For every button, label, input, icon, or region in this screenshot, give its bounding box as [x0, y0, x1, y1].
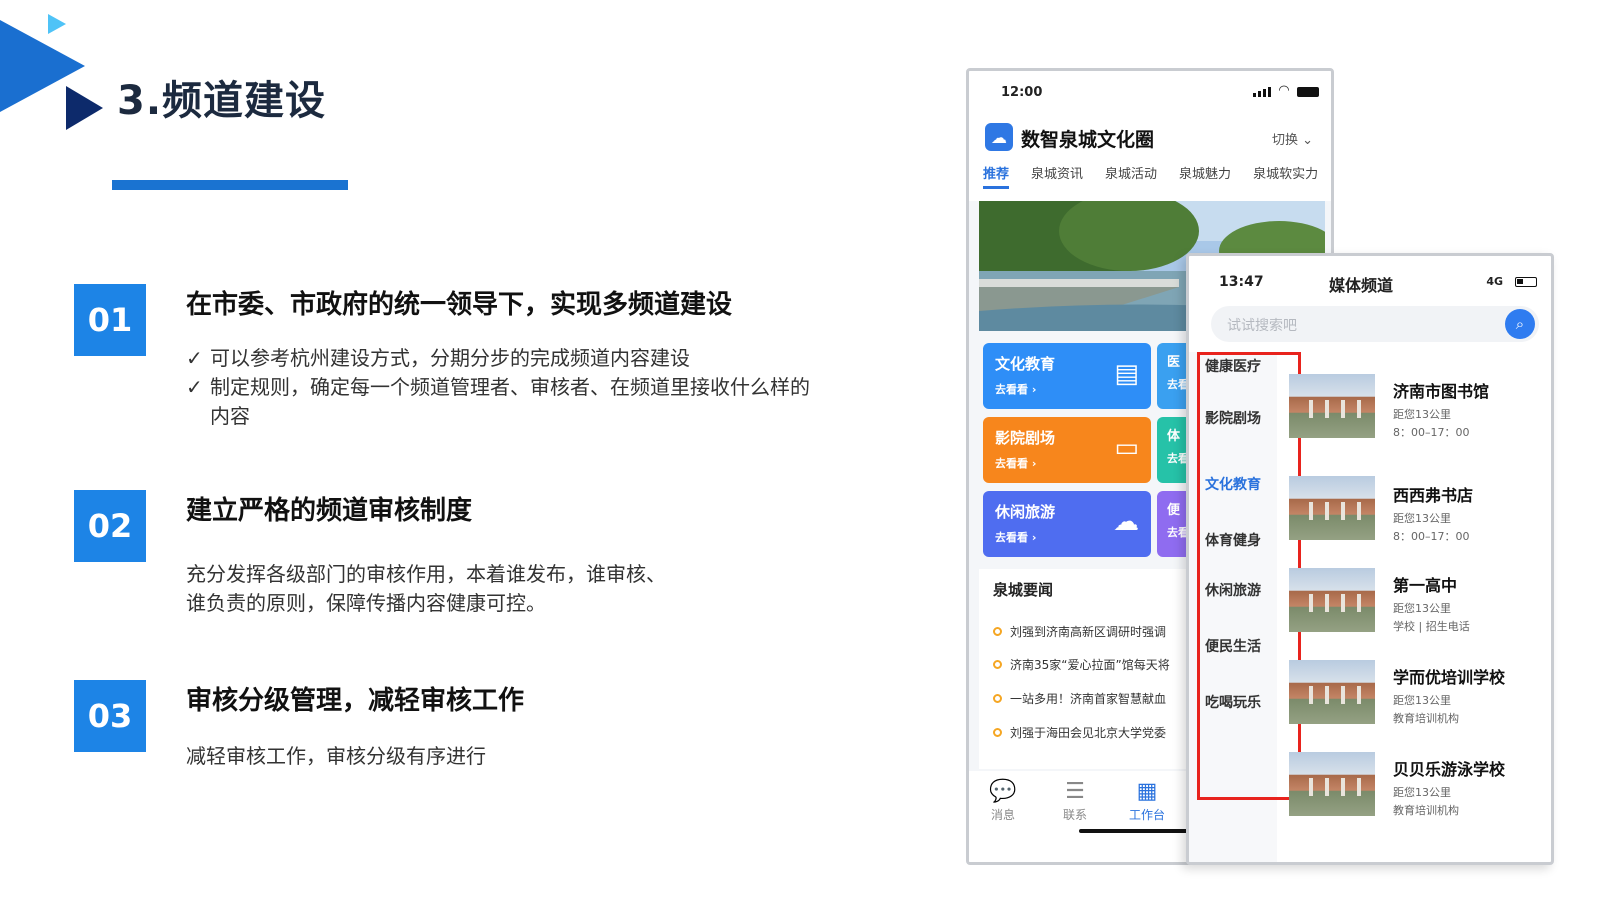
- point-number-badge: 03: [74, 680, 146, 752]
- title-underline: [112, 180, 348, 190]
- slide-title: 3.频道建设: [117, 78, 327, 124]
- tab-events[interactable]: 泉城活动: [1105, 163, 1157, 189]
- tab-soft-power[interactable]: 泉城软实力: [1253, 163, 1318, 189]
- nav-workbench[interactable]: ▦ 工作台: [1117, 779, 1177, 823]
- nav-contacts[interactable]: ☰ 联系: [1045, 779, 1105, 823]
- screen-icon: ▭: [1114, 433, 1139, 463]
- item-thumbnail[interactable]: [1289, 660, 1375, 724]
- item-name[interactable]: 第一高中: [1393, 572, 1457, 596]
- checkmark-icon: ✓: [186, 375, 203, 399]
- switch-button[interactable]: 切换 ⌄: [1272, 129, 1313, 148]
- item-name[interactable]: 学而优培训学校: [1393, 664, 1505, 688]
- document-icon: ▤: [1114, 359, 1139, 389]
- item-name[interactable]: 西西弗书店: [1393, 482, 1473, 506]
- status-bar: 12:00 ◠: [969, 71, 1331, 111]
- tile-cinema-theater[interactable]: 影院剧场 去看看 › ▭: [983, 417, 1151, 483]
- app-logo-icon: ☁: [985, 123, 1013, 151]
- news-item[interactable]: 济南35家“爱心拉面”馆每天将: [993, 656, 1170, 673]
- corner-decoration: [0, 14, 103, 130]
- point-number-badge: 01: [74, 284, 146, 356]
- search-placeholder: 试试搜索吧: [1227, 318, 1297, 334]
- point-02: 02 建立严格的频道审核制度 充分发挥各级部门的审核作用，本着谁发布，谁审核、 …: [74, 490, 834, 620]
- bullet-dot-icon: [993, 694, 1002, 703]
- point-03: 03 审核分级管理，减轻审核工作 减轻审核工作，审核分级有序进行: [74, 680, 834, 780]
- chat-icon: 💬: [989, 779, 1017, 804]
- point-01: 01 在市委、市政府的统一领导下，实现多频道建设 ✓ 可以参考杭州建设方式，分期…: [74, 284, 834, 444]
- item-distance: 距您13公里: [1393, 512, 1451, 525]
- app-header: ☁ 数智泉城文化圈 切换 ⌄ 推荐 泉城资讯 泉城活动 泉城魅力 泉城软实力: [969, 111, 1331, 201]
- wifi-icon: ◠: [1279, 83, 1289, 98]
- news-item[interactable]: 刘强于海田会见北京大学党委: [993, 724, 1166, 741]
- point-body: 充分发挥各级部门的审核作用，本着谁发布，谁审核、 谁负责的原则，保障传播内容健康…: [186, 562, 666, 615]
- cloud-icon: ☁: [1113, 507, 1139, 537]
- bullet-dot-icon: [993, 728, 1002, 737]
- news-item[interactable]: 刘强到济南高新区调研时强调: [993, 623, 1166, 640]
- item-distance: 距您13公里: [1393, 786, 1451, 799]
- tile-culture-education[interactable]: 文化教育 去看看 › ▤: [983, 343, 1151, 409]
- app-name: 数智泉城文化圈: [1021, 129, 1155, 151]
- point-heading: 在市委、市政府的统一领导下，实现多频道建设: [186, 290, 733, 320]
- bullet-item: ✓ 可以参考杭州建设方式，分期分步的完成频道内容建设: [186, 344, 836, 373]
- battery-icon: [1515, 277, 1537, 287]
- item-thumbnail[interactable]: [1289, 476, 1375, 540]
- grid-icon: ▦: [1136, 779, 1158, 804]
- item-detail: 8：00–17：00: [1393, 530, 1470, 543]
- bullet-dot-icon: [993, 627, 1002, 636]
- point-heading: 建立严格的频道审核制度: [186, 496, 473, 526]
- item-distance: 距您13公里: [1393, 408, 1451, 421]
- signal-icon: [1253, 87, 1271, 97]
- item-detail: 8：00–17：00: [1393, 426, 1470, 439]
- item-thumbnail[interactable]: [1289, 374, 1375, 438]
- phone-screenshot-media-channel: 13:47 媒体频道 4G 试试搜索吧 ⌕ 健康医疗 影院剧场 文化教育 体育健…: [1186, 253, 1554, 865]
- status-time: 12:00: [1001, 85, 1043, 100]
- status-time: 13:47: [1219, 274, 1264, 290]
- item-detail: 学校 | 招生电话: [1393, 620, 1470, 633]
- item-distance: 距您13公里: [1393, 694, 1451, 707]
- item-name[interactable]: 济南市图书馆: [1393, 378, 1489, 402]
- item-detail: 教育培训机构: [1393, 712, 1459, 725]
- item-detail: 教育培训机构: [1393, 804, 1459, 817]
- tab-bar: 推荐 泉城资讯 泉城活动 泉城魅力 泉城软实力: [983, 163, 1318, 189]
- bullet-dot-icon: [993, 660, 1002, 669]
- item-name[interactable]: 贝贝乐游泳学校: [1393, 756, 1505, 780]
- point-heading: 审核分级管理，减轻审核工作: [186, 686, 525, 716]
- network-indicator: 4G: [1486, 275, 1503, 288]
- checkmark-icon: ✓: [186, 346, 203, 370]
- tab-recommend[interactable]: 推荐: [983, 163, 1010, 189]
- point-number-badge: 02: [74, 490, 146, 562]
- search-input[interactable]: 试试搜索吧 ⌕: [1211, 306, 1539, 342]
- tab-news[interactable]: 泉城资讯: [1031, 163, 1083, 189]
- news-item[interactable]: 一站多用！济南首家智慧献血: [993, 690, 1166, 707]
- contacts-icon: ☰: [1065, 779, 1085, 804]
- item-distance: 距您13公里: [1393, 602, 1451, 615]
- battery-icon: [1297, 87, 1319, 97]
- item-thumbnail[interactable]: [1289, 752, 1375, 816]
- bullet-item: ✓ 制定规则，确定每一个频道管理者、审核者、在频道里接收什么样的内容: [186, 373, 836, 431]
- tab-charm[interactable]: 泉城魅力: [1179, 163, 1231, 189]
- point-body: 减轻审核工作，审核分级有序进行: [186, 744, 486, 768]
- nav-messages[interactable]: 💬 消息: [973, 779, 1033, 823]
- category-highlight-box: [1197, 352, 1301, 800]
- page-title: 媒体频道: [1329, 276, 1394, 295]
- search-icon[interactable]: ⌕: [1505, 309, 1535, 339]
- point-bullets: ✓ 可以参考杭州建设方式，分期分步的完成频道内容建设 ✓ 制定规则，确定每一个频…: [186, 344, 836, 431]
- item-thumbnail[interactable]: [1289, 568, 1375, 632]
- news-section-title: 泉城要闻: [993, 581, 1054, 599]
- tile-leisure-travel[interactable]: 休闲旅游 去看看 › ☁: [983, 491, 1151, 557]
